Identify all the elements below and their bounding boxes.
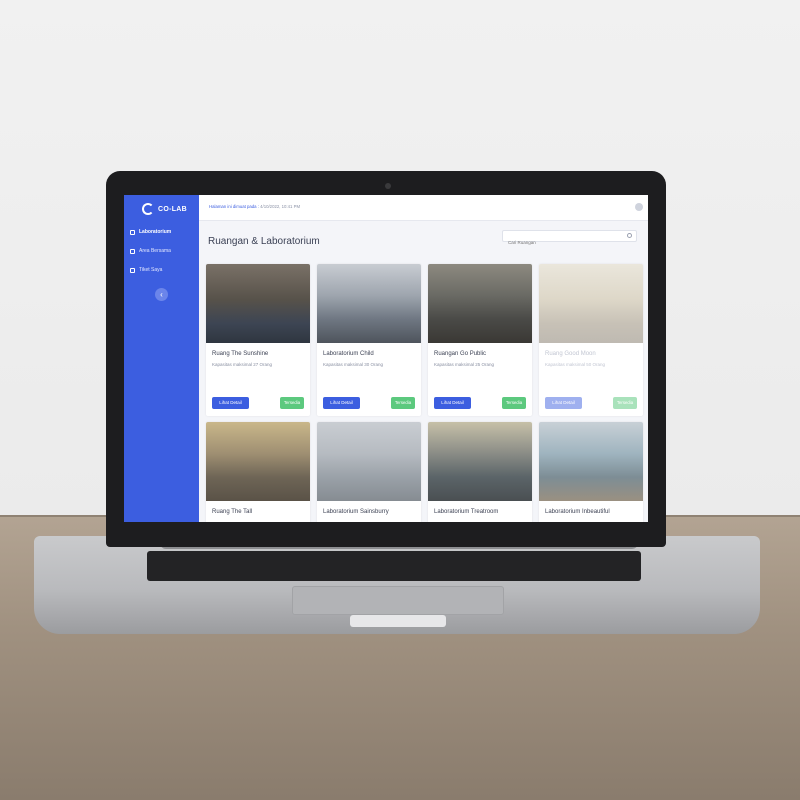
laptop-front-notch	[350, 615, 446, 627]
room-card[interactable]: Laboratorium Inbeautiful	[539, 422, 643, 522]
ticket-icon	[130, 267, 135, 273]
room-card[interactable]: Laboratorium Child Kapasitas maksimal 30…	[317, 264, 421, 416]
room-name: Ruang The Tall	[212, 509, 253, 515]
room-name: Laboratorium Sainsburry	[323, 509, 389, 515]
app-screen: CO-LAB Laboratorium Area Bersama Tiket S…	[124, 195, 648, 522]
room-photo	[206, 264, 310, 343]
status-badge: Tersedia	[391, 397, 415, 409]
view-detail-button[interactable]: Lihat Detail	[434, 397, 471, 409]
app-logo[interactable]: CO-LAB	[142, 202, 187, 216]
room-card[interactable]: Laboratorium Sainsburry	[317, 422, 421, 522]
room-photo	[428, 264, 532, 343]
room-capacity: Kapasitas maksimal 25 Orang	[434, 362, 495, 367]
page-load-time: 4/10/2022, 10:41 PM	[260, 204, 301, 209]
room-capacity: Kapasitas maksimal 27 Orang	[212, 362, 273, 367]
sidebar-item-label: Tiket Saya	[139, 267, 163, 273]
room-name: Laboratorium Treatroom	[434, 509, 499, 515]
room-photo	[317, 264, 421, 343]
room-photo	[317, 422, 421, 501]
webcam	[385, 183, 391, 189]
avatar[interactable]	[635, 203, 643, 211]
sidebar-item-label: Area Bersama	[139, 248, 171, 254]
area-icon	[130, 248, 135, 254]
page-load-info: Halaman ini dimuat pada : 4/10/2022, 10:…	[209, 204, 300, 209]
search-box[interactable]	[502, 230, 637, 248]
collapse-sidebar-button[interactable]: ‹	[155, 288, 168, 301]
view-detail-button[interactable]: Lihat Detail	[323, 397, 360, 409]
logo-icon	[142, 203, 154, 215]
sidebar-item-tiket-saya[interactable]: Tiket Saya	[130, 264, 162, 276]
logo-text: CO-LAB	[158, 205, 188, 213]
top-bar: Halaman ini dimuat pada : 4/10/2022, 10:…	[199, 195, 648, 221]
room-capacity: Kapasitas maksimal 30 Orang	[323, 362, 384, 367]
room-card[interactable]: Laboratorium Treatroom	[428, 422, 532, 522]
room-card[interactable]: Ruangan Go Public Kapasitas maksimal 25 …	[428, 264, 532, 416]
room-name: Ruang Good Moon	[545, 351, 596, 357]
room-photo	[539, 422, 643, 501]
room-photo	[428, 422, 532, 501]
sidebar: CO-LAB Laboratorium Area Bersama Tiket S…	[124, 195, 199, 522]
room-name: Ruang The Sunshine	[212, 351, 269, 357]
view-detail-button[interactable]: Lihat Detail	[212, 397, 249, 409]
page-title: Ruangan & Laboratorium	[208, 236, 320, 247]
sidebar-item-area-bersama[interactable]: Area Bersama	[130, 245, 171, 257]
sidebar-item-label: Laboratorium	[139, 229, 172, 235]
chevron-left-icon: ‹	[160, 290, 163, 299]
room-card[interactable]: Ruang The Sunshine Kapasitas maksimal 27…	[206, 264, 310, 416]
room-photo	[539, 264, 643, 343]
laptop-trackpad	[292, 586, 504, 615]
room-name: Laboratorium Child	[323, 351, 374, 357]
sidebar-item-laboratorium[interactable]: Laboratorium	[130, 226, 171, 238]
room-photo	[206, 422, 310, 501]
view-detail-button[interactable]: Lihat Detail	[545, 397, 582, 409]
status-badge: Tersedia	[613, 397, 637, 409]
status-badge: Tersedia	[280, 397, 304, 409]
room-name: Ruangan Go Public	[434, 351, 487, 357]
room-card[interactable]: Ruang The Tall	[206, 422, 310, 522]
laptop-keyboard	[147, 551, 641, 581]
status-badge: Tersedia	[502, 397, 526, 409]
page-load-label: Halaman ini dimuat pada :	[209, 204, 259, 209]
search-icon[interactable]	[627, 233, 632, 238]
room-capacity: Kapasitas maksimal 50 Orang	[545, 362, 606, 367]
search-input[interactable]	[503, 237, 618, 248]
room-card[interactable]: Ruang Good Moon Kapasitas maksimal 50 Or…	[539, 264, 643, 416]
lab-icon	[130, 229, 135, 235]
room-name: Laboratorium Inbeautiful	[545, 509, 610, 515]
